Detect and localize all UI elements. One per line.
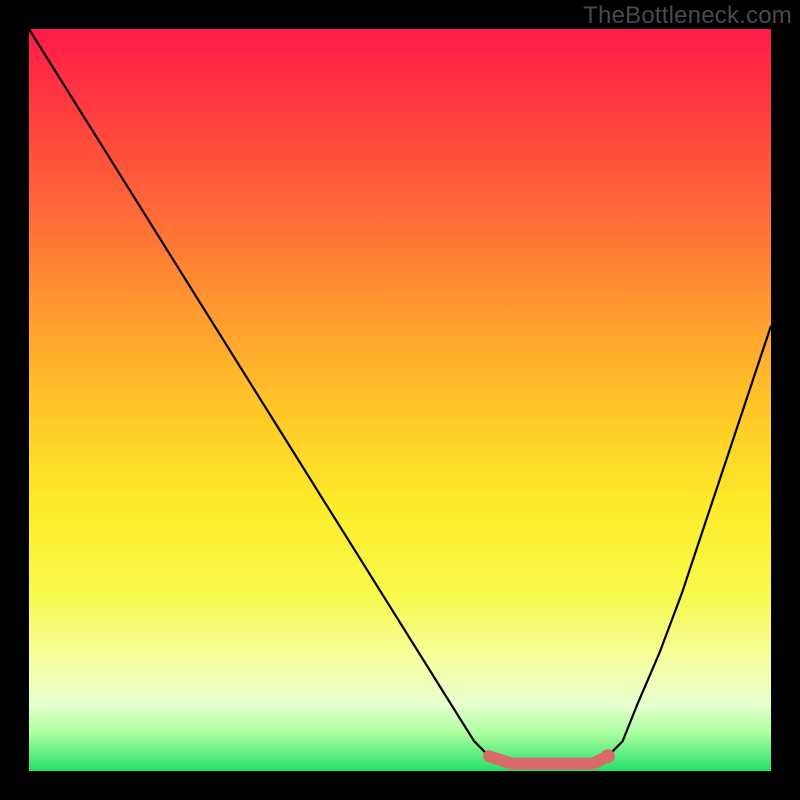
highlight-end-dot (601, 749, 615, 763)
highlight-segment-path (489, 756, 608, 763)
chart-plot-area (29, 29, 771, 771)
bottleneck-curve-path (29, 29, 771, 764)
watermark-text: TheBottleneck.com (583, 2, 792, 30)
bottleneck-curve-svg (29, 29, 771, 771)
